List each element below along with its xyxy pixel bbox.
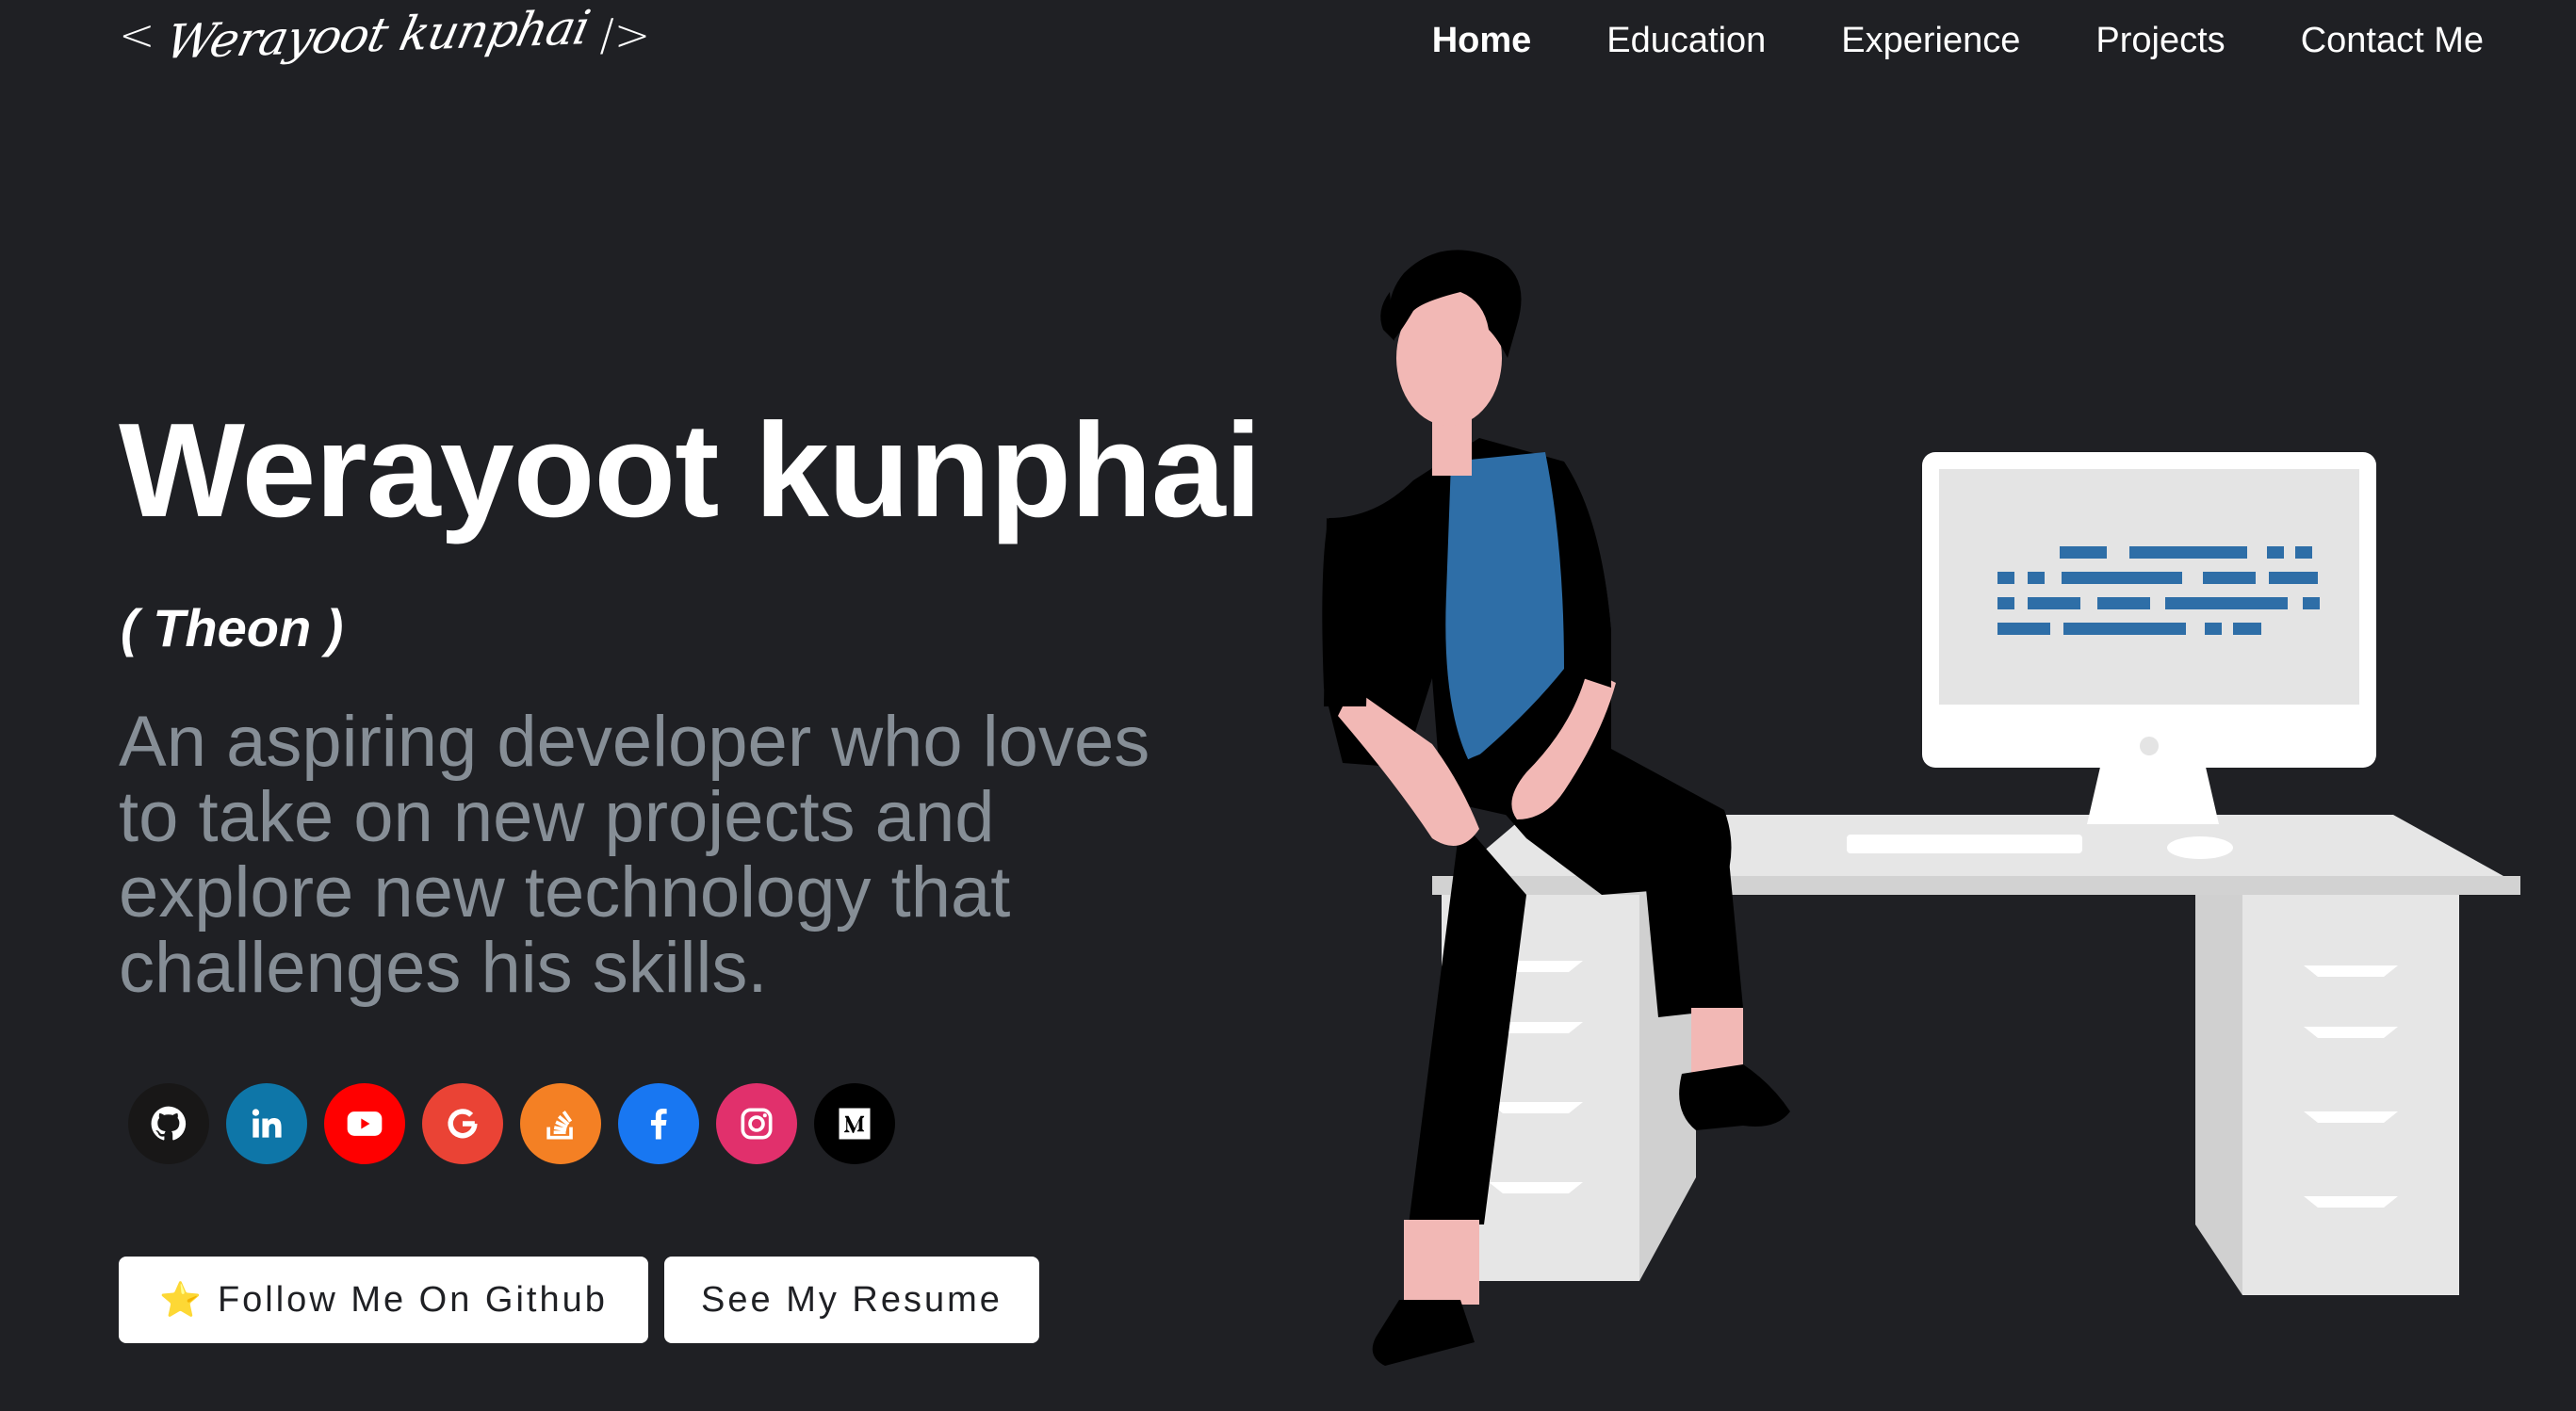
youtube-link[interactable]: [324, 1083, 405, 1164]
main-nav: Home Education Experience Projects Conta…: [1432, 21, 2484, 61]
facebook-link[interactable]: [618, 1083, 699, 1164]
hero-name: Werayoot kunphai: [119, 396, 1262, 545]
see-resume-button[interactable]: See My Resume: [664, 1257, 1039, 1343]
person-left-sleeve: [1324, 518, 1371, 706]
monitor-button: [2140, 737, 2159, 755]
facebook-icon: [650, 1109, 667, 1140]
youtube-icon: [347, 1111, 383, 1136]
monitor-screen: [1939, 469, 2359, 705]
site-logo[interactable]: < Werayoot kunphai />: [119, 0, 651, 69]
google-link[interactable]: [422, 1083, 503, 1164]
logo-close-bracket: />: [599, 9, 651, 60]
hero-nickname: ( Theon ): [121, 598, 344, 657]
star-icon: ⭐: [159, 1280, 204, 1319]
linkedin-link[interactable]: [226, 1083, 307, 1164]
hero-tagline: An aspiring developer who loves to take …: [119, 702, 1150, 1008]
right-cabinet: [2242, 895, 2459, 1295]
monitor-stand: [2087, 763, 2219, 824]
instagram-link[interactable]: [716, 1083, 797, 1164]
medium-icon: [839, 1108, 871, 1140]
see-resume-label: See My Resume: [701, 1279, 1003, 1320]
right-cabinet-side: [2195, 895, 2242, 1295]
logo-open-bracket: <: [119, 9, 155, 60]
keyboard: [1847, 835, 2082, 853]
person-back-ankle: [1404, 1220, 1479, 1305]
nav-experience[interactable]: Experience: [1841, 21, 2020, 61]
mouse: [2167, 836, 2233, 859]
google-icon: [448, 1109, 478, 1139]
github-icon: [151, 1106, 187, 1141]
logo-signature: Werayoot kunphai: [160, 0, 595, 70]
stackoverflow-icon: [546, 1111, 573, 1140]
stackoverflow-link[interactable]: [520, 1083, 601, 1164]
nav-education[interactable]: Education: [1606, 21, 1766, 61]
developer-illustration: [1322, 250, 2520, 1366]
github-link[interactable]: [128, 1083, 209, 1164]
person-front-shoe: [1679, 1064, 1790, 1130]
follow-github-label: Follow Me On Github: [217, 1279, 608, 1320]
linkedin-icon: [252, 1109, 282, 1138]
medium-link[interactable]: [814, 1083, 895, 1164]
follow-github-button[interactable]: ⭐ Follow Me On Github: [119, 1257, 648, 1343]
social-links: [128, 1083, 895, 1164]
instagram-icon: [741, 1108, 773, 1140]
nav-contact-me[interactable]: Contact Me: [2301, 21, 2484, 61]
nav-projects[interactable]: Projects: [2095, 21, 2225, 61]
nav-home[interactable]: Home: [1432, 21, 1532, 61]
person-back-shoe: [1372, 1300, 1475, 1366]
